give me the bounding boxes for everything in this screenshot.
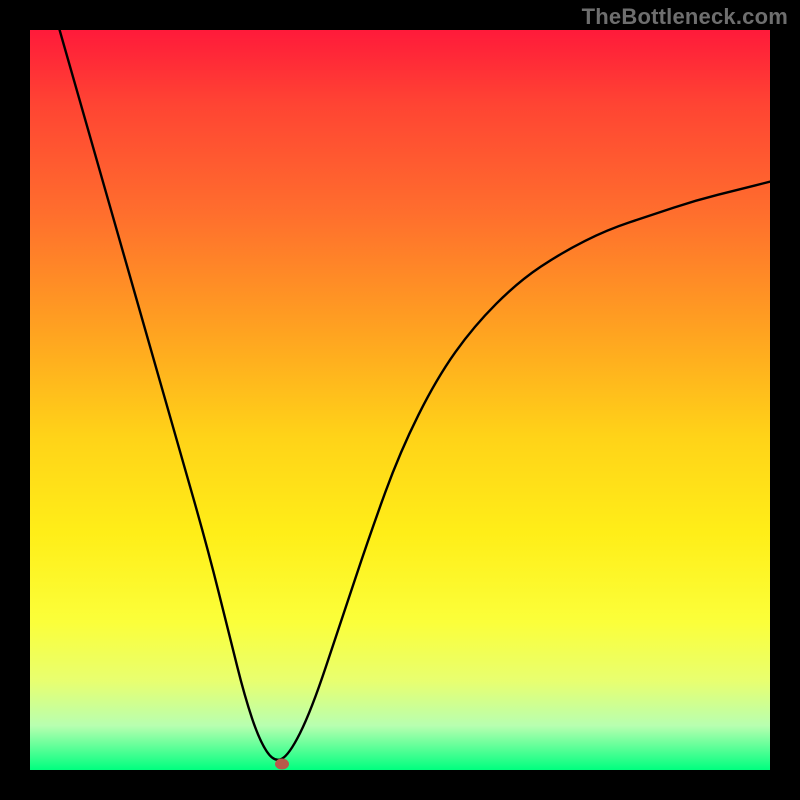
watermark-text: TheBottleneck.com [582,4,788,30]
plot-area [30,30,770,770]
optimal-point-marker [275,759,289,770]
chart-frame: TheBottleneck.com [0,0,800,800]
bottleneck-curve [60,30,770,760]
curve-svg [30,30,770,770]
